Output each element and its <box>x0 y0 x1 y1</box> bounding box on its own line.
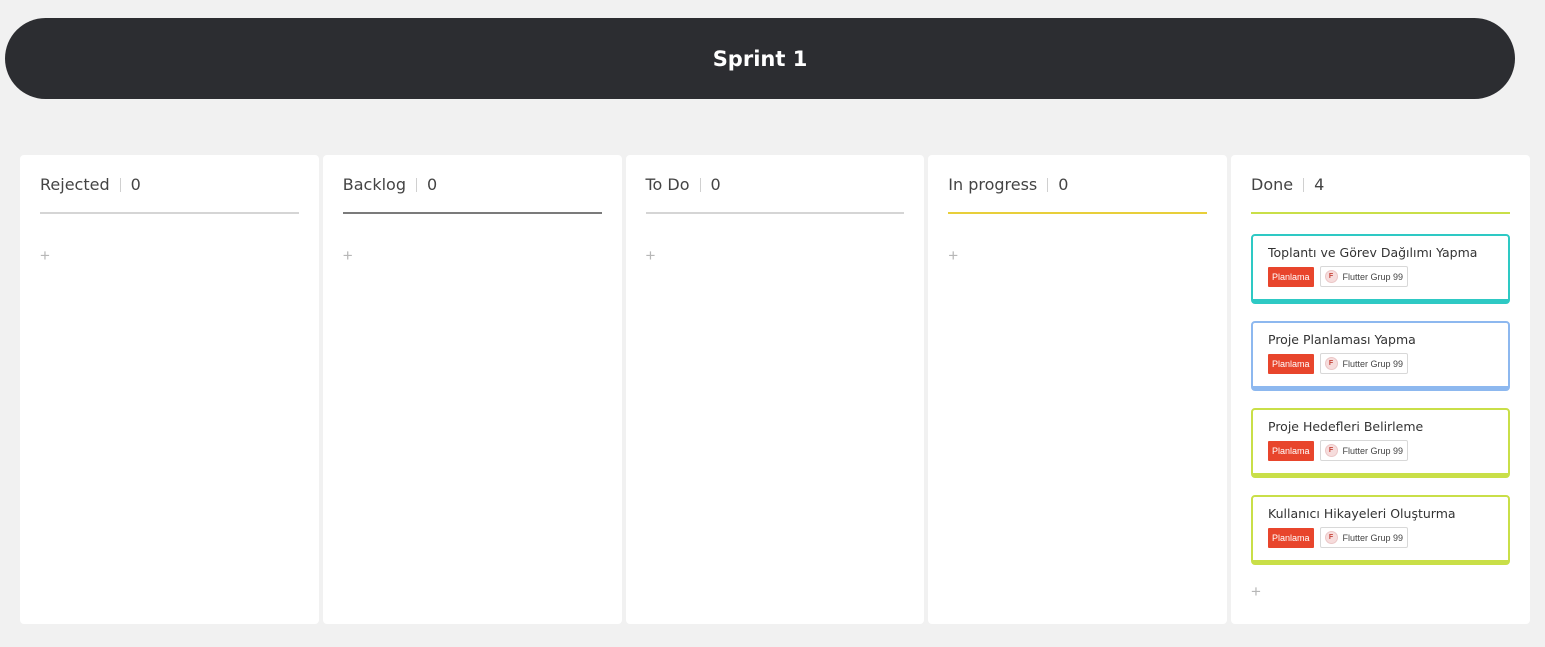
column-title: Rejected <box>40 175 110 194</box>
team-avatar-icon: F <box>1324 357 1338 370</box>
column-count: 4 <box>1314 175 1325 194</box>
column-header: Backlog 0 <box>342 155 602 214</box>
team-name: Flutter Grup 99 <box>1342 445 1404 456</box>
column-count: 0 <box>130 175 141 194</box>
add-card-button[interactable]: + <box>646 247 656 264</box>
label-tag: Planlama <box>1268 353 1314 374</box>
label-tag: Planlama <box>1268 440 1314 461</box>
divider <box>1047 178 1049 192</box>
column-done: Done 4 Toplantı ve Görev Dağılımı Yapma … <box>1231 155 1530 624</box>
team-tag: F Flutter Grup 99 <box>1319 527 1409 548</box>
team-name: Flutter Grup 99 <box>1342 532 1404 543</box>
card-title: Proje Hedefleri Belirleme <box>1268 419 1424 434</box>
column-rejected: Rejected 0 + <box>20 155 319 624</box>
add-card-button[interactable]: + <box>343 247 353 264</box>
card-list: Toplantı ve Görev Dağılımı Yapma Planlam… <box>1251 234 1510 565</box>
column-count: 0 <box>710 175 721 194</box>
column-title: In progress <box>948 175 1038 194</box>
column-title: Backlog <box>342 175 406 194</box>
team-avatar-icon: F <box>1324 270 1338 283</box>
sprint-header: Sprint 1 <box>5 18 1515 99</box>
team-name: Flutter Grup 99 <box>1342 358 1404 369</box>
divider <box>699 178 701 192</box>
kanban-board: Rejected 0 + Backlog 0 + To Do 0 + In pr… <box>20 155 1530 624</box>
column-count: 0 <box>1058 175 1069 194</box>
add-card-button[interactable]: + <box>40 247 50 264</box>
label-tag: Planlama <box>1268 527 1314 548</box>
card-title: Kullanıcı Hikayeleri Oluşturma <box>1268 506 1456 521</box>
card-title: Proje Planlaması Yapma <box>1268 332 1416 347</box>
divider <box>415 178 417 192</box>
team-tag: F Flutter Grup 99 <box>1319 440 1409 461</box>
column-title: Done <box>1251 175 1294 194</box>
column-count: 0 <box>426 175 438 194</box>
divider <box>119 178 121 192</box>
card-title: Toplantı ve Görev Dağılımı Yapma <box>1268 245 1478 260</box>
card-tags: Planlama F Flutter Grup 99 <box>1268 266 1493 287</box>
card-tags: Planlama F Flutter Grup 99 <box>1268 527 1493 548</box>
task-card[interactable]: Proje Hedefleri Belirleme Planlama F Flu… <box>1251 408 1510 478</box>
team-avatar-icon: F <box>1324 531 1338 544</box>
card-tags: Planlama F Flutter Grup 99 <box>1268 353 1493 374</box>
column-backlog: Backlog 0 + <box>322 155 622 624</box>
task-card[interactable]: Proje Planlaması Yapma Planlama F Flutte… <box>1251 321 1510 391</box>
column-header: Done 4 <box>1251 155 1510 214</box>
task-card[interactable]: Toplantı ve Görev Dağılımı Yapma Planlam… <box>1251 234 1510 304</box>
team-avatar-icon: F <box>1324 444 1338 457</box>
column-header: To Do 0 <box>645 155 905 214</box>
add-card-button[interactable]: + <box>948 247 958 264</box>
column-todo: To Do 0 + <box>625 155 925 624</box>
label-tag: Planlama <box>1268 266 1314 287</box>
team-tag: F Flutter Grup 99 <box>1319 266 1409 287</box>
team-tag: F Flutter Grup 99 <box>1319 353 1409 374</box>
column-title: To Do <box>645 175 690 194</box>
task-card[interactable]: Kullanıcı Hikayeleri Oluşturma Planlama … <box>1251 495 1510 565</box>
column-header: Rejected 0 <box>40 155 299 214</box>
add-card-button[interactable]: + <box>1251 583 1261 600</box>
team-name: Flutter Grup 99 <box>1342 271 1404 282</box>
sprint-title: Sprint 1 <box>712 46 808 71</box>
card-tags: Planlama F Flutter Grup 99 <box>1268 440 1493 461</box>
divider <box>1303 178 1305 192</box>
column-in-progress: In progress 0 + <box>928 155 1227 624</box>
column-header: In progress 0 <box>948 155 1207 214</box>
